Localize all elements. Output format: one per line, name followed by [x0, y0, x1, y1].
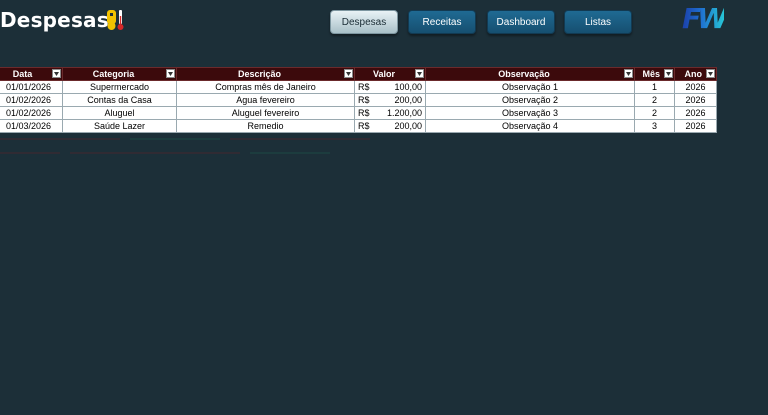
cell-ano[interactable]: 2026	[674, 80, 717, 94]
cell-descricao[interactable]: Aluguel fevereiro	[176, 106, 355, 120]
col-header-data: Data	[0, 67, 63, 81]
table-row: 01/01/2026 Supermercado Compras mês de J…	[0, 80, 717, 94]
cell-observacao[interactable]: Observação 2	[425, 93, 635, 107]
table-row: 01/02/2026 Contas da Casa Agua fevereiro…	[0, 93, 717, 107]
cell-valor[interactable]: R$ 1.200,00	[354, 106, 426, 120]
cell-mes[interactable]: 2	[634, 93, 675, 107]
table-header-row: Data Categoria Descrição Valor Observaçã…	[0, 67, 717, 81]
cell-data[interactable]: 01/03/2026	[0, 119, 63, 133]
cell-categoria[interactable]: Contas da Casa	[62, 93, 177, 107]
brand-logo: FW	[682, 5, 734, 33]
col-header-ano: Ano	[674, 67, 717, 81]
cell-mes[interactable]: 1	[634, 80, 675, 94]
cell-categoria[interactable]: Aluguel	[62, 106, 177, 120]
col-header-categoria: Categoria	[62, 67, 177, 81]
filter-dropdown-icon[interactable]	[664, 69, 673, 78]
col-header-descricao: Descrição	[176, 67, 355, 81]
faint-background-overlay	[0, 138, 370, 154]
cell-valor[interactable]: R$ 100,00	[354, 80, 426, 94]
filter-dropdown-icon[interactable]	[415, 69, 424, 78]
nav-listas-button[interactable]: Listas	[564, 10, 632, 34]
currency-symbol: R$	[358, 108, 370, 118]
nav-despesas-button[interactable]: Despesas	[330, 10, 398, 34]
amount: 200,00	[394, 121, 422, 131]
col-header-valor: Valor	[354, 67, 426, 81]
amount: 200,00	[394, 95, 422, 105]
cell-mes[interactable]: 3	[634, 119, 675, 133]
filter-dropdown-icon[interactable]	[344, 69, 353, 78]
currency-symbol: R$	[358, 82, 370, 92]
cell-data[interactable]: 01/01/2026	[0, 80, 63, 94]
cell-data[interactable]: 01/02/2026	[0, 93, 63, 107]
cell-categoria[interactable]: Supermercado	[62, 80, 177, 94]
thermometer-money-icon	[107, 10, 124, 30]
filter-dropdown-icon[interactable]	[624, 69, 633, 78]
cell-ano[interactable]: 2026	[674, 119, 717, 133]
col-header-mes: Mês	[634, 67, 675, 81]
nav-receitas-button[interactable]: Receitas	[408, 10, 476, 34]
cell-observacao[interactable]: Observação 4	[425, 119, 635, 133]
amount: 1.200,00	[386, 108, 422, 118]
table-row: 01/02/2026 Aluguel Aluguel fevereiro R$ 1…	[0, 106, 717, 120]
logo-text: FW	[682, 2, 728, 35]
cell-descricao[interactable]: Compras mês de Janeiro	[176, 80, 355, 94]
cell-valor[interactable]: R$ 200,00	[354, 119, 426, 133]
cell-mes[interactable]: 2	[634, 106, 675, 120]
table-row: 01/03/2026 Saúde Lazer Remedio R$ 200,00 …	[0, 119, 717, 133]
cell-valor[interactable]: R$ 200,00	[354, 93, 426, 107]
currency-symbol: R$	[358, 121, 370, 131]
filter-dropdown-icon[interactable]	[166, 69, 175, 78]
nav-dashboard-button[interactable]: Dashboard	[487, 10, 555, 34]
cell-descricao[interactable]: Agua fevereiro	[176, 93, 355, 107]
cell-ano[interactable]: 2026	[674, 93, 717, 107]
col-header-observacao: Observação	[425, 67, 635, 81]
cell-categoria[interactable]: Saúde Lazer	[62, 119, 177, 133]
cell-observacao[interactable]: Observação 3	[425, 106, 635, 120]
expenses-table: Data Categoria Descrição Valor Observaçã…	[0, 67, 717, 133]
currency-symbol: R$	[358, 95, 370, 105]
filter-dropdown-icon[interactable]	[52, 69, 61, 78]
page-title: Despesas	[0, 8, 109, 32]
cell-data[interactable]: 01/02/2026	[0, 106, 63, 120]
filter-dropdown-icon[interactable]	[706, 69, 715, 78]
cell-descricao[interactable]: Remedio	[176, 119, 355, 133]
cell-observacao[interactable]: Observação 1	[425, 80, 635, 94]
amount: 100,00	[394, 82, 422, 92]
cell-ano[interactable]: 2026	[674, 106, 717, 120]
